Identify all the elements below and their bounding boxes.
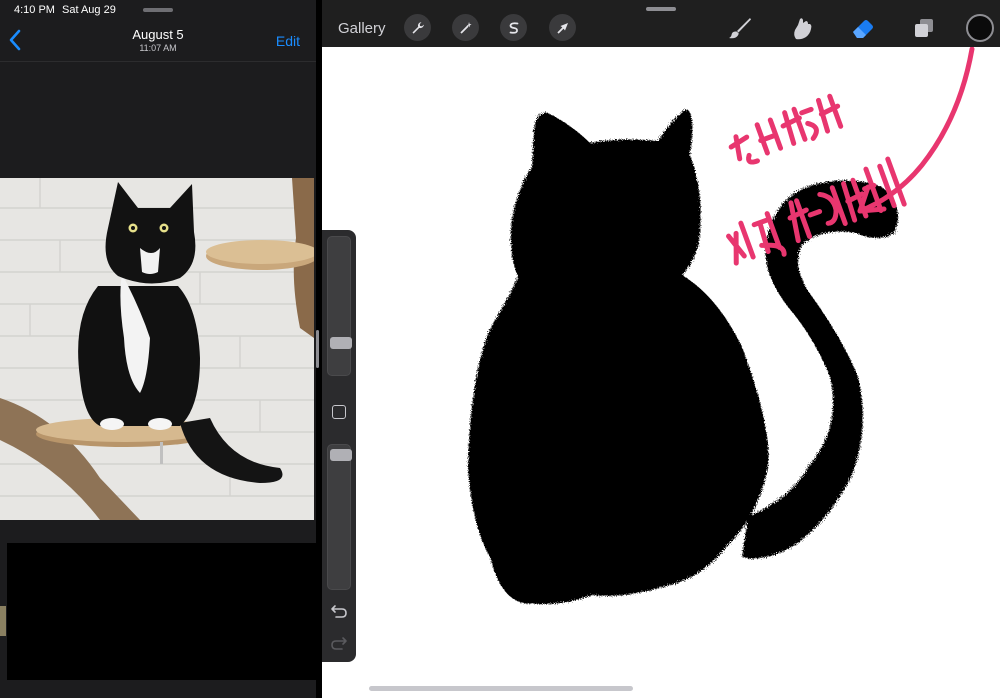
cat-photo-image	[0, 178, 314, 520]
cat-photo[interactable]	[0, 178, 314, 520]
procreate-app-panel: Gallery	[322, 0, 1000, 698]
square-modify-icon[interactable]	[332, 405, 346, 419]
color-swatch-button[interactable]	[966, 14, 994, 42]
brush-size-knob[interactable]	[330, 337, 352, 349]
photos-navbar: August 5 11:07 AM Edit	[0, 22, 316, 62]
smudge-icon[interactable]	[788, 14, 816, 42]
cat-silhouette-drawing	[468, 46, 975, 604]
split-view-divider[interactable]	[316, 330, 319, 368]
edit-button[interactable]: Edit	[276, 33, 300, 49]
redo-arrow-icon[interactable]	[330, 634, 348, 652]
gallery-button[interactable]: Gallery	[338, 20, 386, 37]
opacity-knob[interactable]	[330, 449, 352, 461]
annotation-handwriting	[726, 46, 975, 266]
photo-date-title: August 5	[132, 27, 184, 42]
procreate-toolbar: Gallery	[322, 0, 1000, 47]
selection-icon[interactable]	[500, 14, 527, 41]
status-bar: 4:10 PM Sat Aug 29	[0, 0, 316, 22]
layers-icon[interactable]	[910, 14, 938, 42]
magic-wand-icon[interactable]	[452, 14, 479, 41]
thumbnail-edge[interactable]	[0, 606, 6, 636]
transform-arrow-icon[interactable]	[549, 14, 576, 41]
brush-size-slider[interactable]	[327, 236, 352, 376]
undo-arrow-icon[interactable]	[330, 602, 348, 620]
split-view-grabber-right[interactable]	[646, 7, 676, 11]
photo-thumbnail-area	[7, 543, 316, 680]
drawing-canvas[interactable]	[322, 46, 1000, 698]
eraser-icon[interactable]	[849, 14, 877, 42]
status-date: Sat Aug 29	[62, 4, 116, 16]
status-time: 4:10 PM	[14, 4, 55, 16]
photos-app-panel: August 5 11:07 AM Edit	[0, 0, 316, 698]
wrench-icon[interactable]	[404, 14, 431, 41]
brush-icon[interactable]	[726, 14, 754, 42]
photo-time-subtitle: 11:07 AM	[139, 43, 177, 53]
brush-sidebar	[322, 230, 356, 662]
opacity-slider[interactable]	[327, 444, 352, 590]
home-indicator[interactable]	[369, 686, 633, 691]
